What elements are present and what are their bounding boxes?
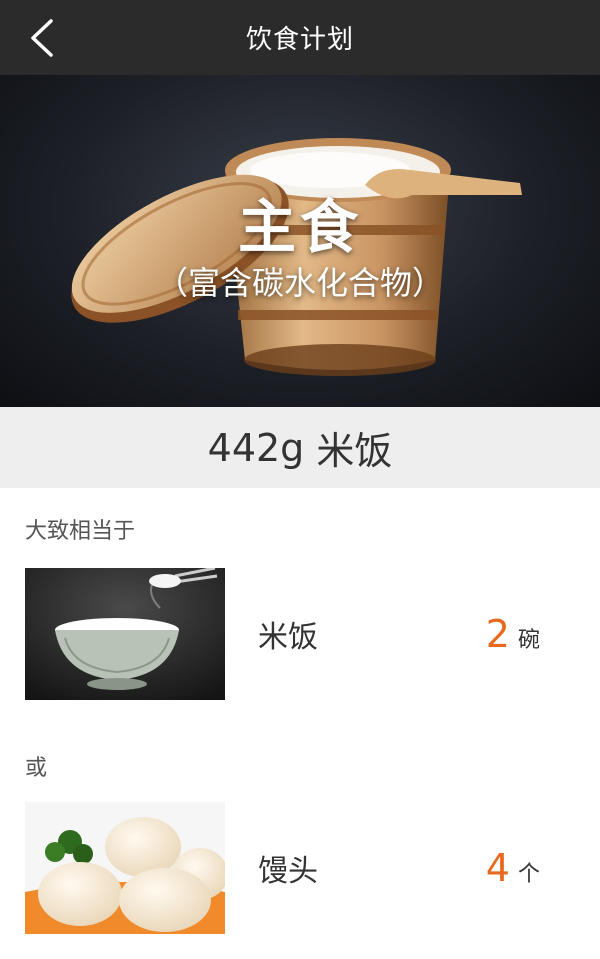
food-name: 馒头 [258, 854, 318, 889]
amount-food: 米饭 [316, 429, 393, 473]
page-title: 饮食计划 [245, 25, 354, 55]
hero-banner: 主食 （富含碳水化合物） [0, 75, 600, 407]
steamed-buns-image [25, 802, 225, 934]
food-name: 米饭 [258, 620, 318, 655]
equivalent-label: 大致相当于 [25, 519, 136, 544]
quantity-number: 4 [485, 846, 510, 890]
top-bar: 饮食计划 [0, 0, 600, 75]
list-item-buns: 馒头 4 个 [0, 802, 600, 934]
amount-value: 442g [207, 425, 305, 470]
quantity-number: 2 [485, 612, 510, 656]
or-label: 或 [25, 756, 48, 781]
quantity-unit: 个 [517, 862, 540, 887]
hero-subtitle: （富含碳水化合物） [155, 264, 444, 302]
quantity-unit: 碗 [517, 628, 540, 653]
food-quantity: 2 碗 [486, 568, 540, 700]
amount-bar: 442g 米饭 [0, 407, 600, 488]
hero-title: 主食 [237, 193, 362, 261]
food-quantity: 4 个 [486, 802, 540, 934]
rice-bowl-image [25, 568, 225, 700]
list-item-rice: 米饭 2 碗 [0, 568, 600, 700]
